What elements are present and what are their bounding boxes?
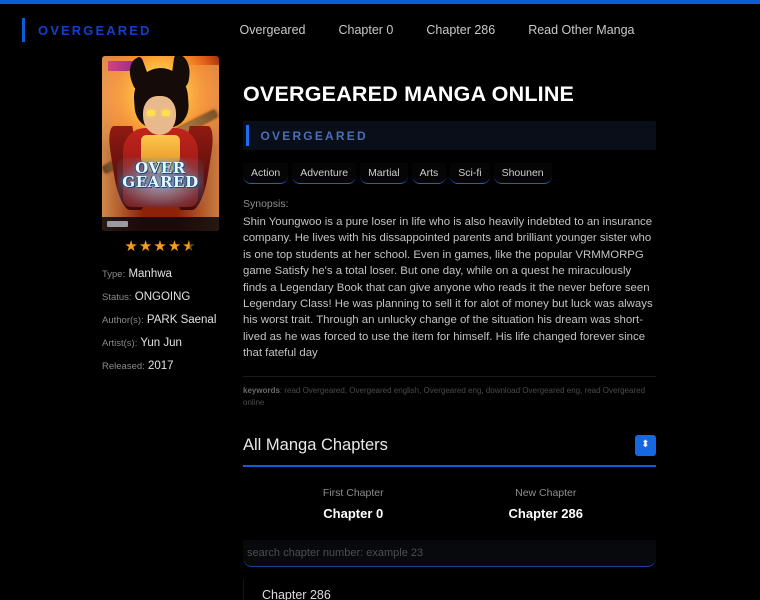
page-title: OVERGEARED MANGA ONLINE	[243, 82, 575, 106]
synopsis-text: Shin Youngwoo is a pure loser in life wh…	[243, 216, 653, 360]
manga-cover-image[interactable]: OVER GEARED	[102, 56, 219, 231]
meta-row-status: Status: ONGOING	[102, 291, 219, 303]
new-chapter-value: Chapter 286	[508, 505, 583, 521]
cover-title-logo: OVER GEARED	[113, 161, 209, 191]
first-chapter-value: Chapter 0	[323, 505, 384, 521]
genre-tag-shounen[interactable]: Shounen	[493, 163, 552, 184]
keywords-text: keywords: read Overgeared, Overgeared en…	[243, 385, 656, 409]
page-body: OVER GEARED ★★★★★ Type: Manhwa Status: O…	[0, 56, 760, 600]
meta-value-type: Manhwa	[128, 268, 172, 280]
chapter-list: Chapter 286 July 18, 2025 Chapter 285 Ju…	[243, 578, 656, 600]
meta-value-artists: Yun Jun	[140, 337, 182, 349]
genre-tag-adventure[interactable]: Adventure	[292, 163, 357, 184]
chapter-quick-nav: First Chapter Chapter 0 New Chapter Chap…	[243, 487, 656, 521]
meta-row-artists: Artist(s): Yun Jun	[102, 337, 219, 349]
meta-value-released: 2017	[147, 360, 174, 372]
alternative-title-bar: OVERGEARED	[243, 121, 656, 150]
main-navigation: Overgeared Chapter 0 Chapter 286 Read Ot…	[239, 23, 634, 37]
alt-title-accent-bar	[246, 125, 249, 146]
chapter-name: Chapter 286	[262, 587, 331, 600]
meta-row-type: Type: Manhwa	[102, 268, 219, 280]
chapters-section-title: All Manga Chapters	[243, 435, 388, 454]
cover-logo-line-2: GEARED	[122, 173, 199, 191]
star-rating: ★★★★★	[102, 239, 219, 254]
site-header: OVERGEARED Overgeared Chapter 0 Chapter …	[0, 4, 760, 56]
meta-label-authors: Author(s):	[102, 315, 144, 326]
meta-label-type: Type:	[102, 269, 126, 280]
chapters-header: All Manga Chapters ⬍	[243, 434, 656, 467]
nav-item-read-other-manga[interactable]: Read Other Manga	[528, 23, 634, 37]
first-chapter-label: First Chapter	[322, 486, 384, 499]
sort-updown-icon[interactable]: ⬍	[635, 434, 656, 456]
nav-item-chapter-286[interactable]: Chapter 286	[426, 23, 495, 37]
nav-item-overgeared[interactable]: Overgeared	[239, 23, 305, 37]
genre-tag-action[interactable]: Action	[243, 163, 289, 184]
manga-main-content: OVERGEARED MANGA ONLINE OVERGEARED Actio…	[243, 56, 742, 600]
keywords-label: keywords	[243, 385, 280, 395]
genre-tag-sci-fi[interactable]: Sci-fi	[450, 163, 490, 184]
meta-label-released: Released:	[102, 361, 145, 372]
meta-row-authors: Author(s): PARK Saenal	[102, 314, 219, 326]
cover-footer-strip	[102, 217, 219, 231]
manga-metadata: Type: Manhwa Status: ONGOING Author(s): …	[102, 268, 219, 372]
new-chapter-link[interactable]: New Chapter Chapter 286	[450, 487, 643, 521]
genre-tag-martial[interactable]: Martial	[360, 163, 408, 184]
cover-character-eye-left	[147, 110, 156, 116]
keywords-values: : read Overgeared, Overgeared english, O…	[243, 385, 646, 407]
site-logo[interactable]: OVERGEARED	[22, 18, 151, 42]
first-chapter-link[interactable]: First Chapter Chapter 0	[257, 487, 450, 521]
cover-character-eye-right	[161, 110, 170, 116]
genre-tag-arts[interactable]: Arts	[411, 163, 447, 184]
keywords-section: keywords: read Overgeared, Overgeared en…	[243, 375, 656, 409]
nav-item-chapter-0[interactable]: Chapter 0	[338, 23, 393, 37]
meta-row-released: Released: 2017	[102, 360, 219, 372]
chapter-list-item[interactable]: Chapter 286 July 18, 2025	[243, 578, 656, 600]
chapter-search-input[interactable]	[243, 539, 656, 567]
meta-value-authors: PARK Saenal	[146, 314, 217, 326]
alt-title-text: OVERGEARED	[260, 128, 368, 143]
meta-value-status: ONGOING	[134, 291, 191, 303]
logo-accent-bar	[22, 18, 25, 42]
genre-tag-list: Action Adventure Martial Arts Sci-fi Sho…	[243, 163, 656, 184]
new-chapter-label: New Chapter	[515, 486, 577, 499]
star-rating-full: ★★★★	[124, 238, 183, 255]
meta-label-artists: Artist(s):	[102, 338, 138, 349]
meta-label-status: Status:	[102, 292, 132, 303]
synopsis-label: Synopsis:	[243, 198, 289, 210]
manga-info-sidebar: OVER GEARED ★★★★★ Type: Manhwa Status: O…	[102, 56, 219, 600]
logo-text: OVERGEARED	[38, 22, 152, 38]
star-rating-half: ★	[182, 238, 197, 255]
